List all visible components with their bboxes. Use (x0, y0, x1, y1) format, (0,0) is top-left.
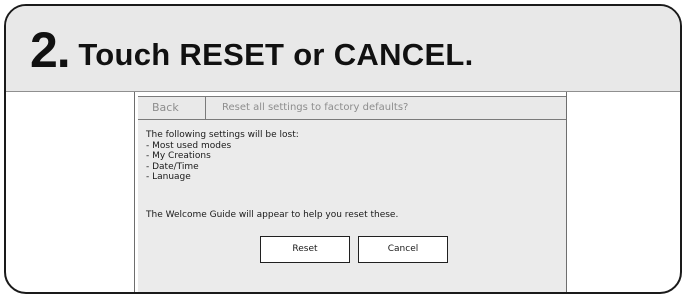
step-title: 2. Touch RESET or CANCEL. (30, 18, 474, 87)
screen-title: Reset all settings to factory defaults? (222, 102, 409, 113)
step-heading: 2. Touch RESET or CANCEL. (6, 6, 680, 92)
cancel-button[interactable]: Cancel (358, 236, 448, 263)
instruction-card: 2. Touch RESET or CANCEL. Back Reset all… (4, 4, 682, 294)
warning-intro: The following settings will be lost: (146, 130, 299, 140)
reset-button[interactable]: Reset (260, 236, 350, 263)
back-button[interactable]: Back (138, 97, 206, 119)
screen-divider-right (566, 92, 567, 292)
warning-message: The following settings will be lost: - M… (146, 130, 299, 183)
screen-topbar: Back Reset all settings to factory defau… (138, 96, 566, 120)
device-screen: Back Reset all settings to factory defau… (6, 92, 680, 292)
list-item: - Date/Time (146, 161, 199, 172)
list-item: - Lanuage (146, 172, 191, 182)
reset-dialog: The following settings will be lost: - M… (138, 120, 566, 292)
list-item: - My Creations (146, 151, 211, 161)
screen-divider-left (134, 92, 135, 292)
lost-settings-list: - Most used modes - My Creations - Date/… (146, 141, 299, 183)
welcome-guide-note: The Welcome Guide will appear to help yo… (146, 210, 399, 220)
step-number: 2. (30, 22, 71, 78)
list-item: - Most used modes (146, 140, 232, 151)
step-instruction: Touch RESET or CANCEL. (78, 37, 474, 72)
